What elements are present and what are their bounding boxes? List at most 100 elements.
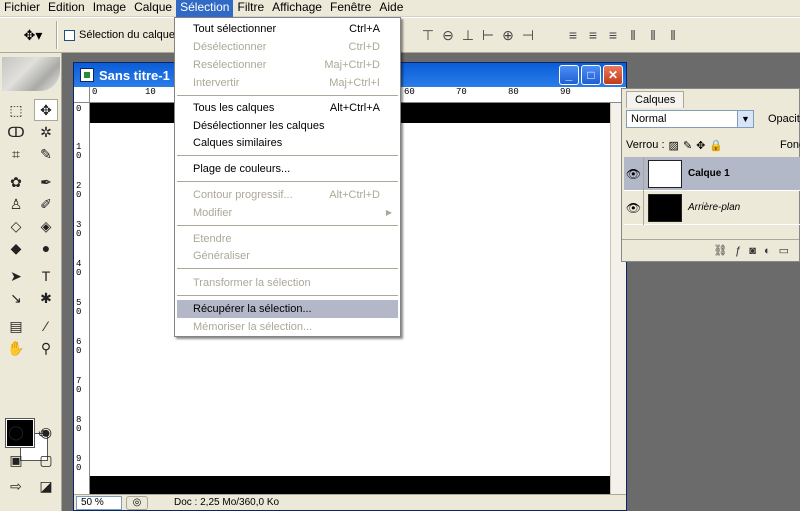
lock-paint-icon[interactable]: ✎ [683, 139, 692, 152]
align-right-icon[interactable]: ⊣ [520, 27, 536, 44]
marquee-tool-icon[interactable]: ⬚ [4, 99, 28, 121]
blur-tool-icon[interactable]: ◆ [4, 237, 28, 259]
align-left-icon[interactable]: ⊢ [480, 27, 496, 44]
selection-menu: Tout sélectionner Ctrl+A Désélectionner Ct… [174, 17, 401, 337]
menu-aide[interactable]: Aide [375, 0, 407, 17]
healing-brush-icon[interactable]: ✿ [4, 171, 28, 193]
menu-item-feather[interactable]: Contour progressif... Alt+Ctrl+D [177, 186, 398, 204]
menu-filtre[interactable]: Filtre [233, 0, 268, 17]
paint-bucket-icon[interactable]: ◈ [34, 215, 58, 237]
shape-tool-icon[interactable]: ✱ [34, 287, 58, 309]
ruler-v-label: 70 [76, 376, 82, 395]
zoom-field[interactable]: 50 % [76, 495, 122, 510]
chevron-down-icon[interactable]: ▼ [737, 111, 753, 127]
path-select-icon[interactable]: ➤ [4, 265, 28, 287]
layer-row-calque-1[interactable]: 👁 Calque 1 [624, 156, 800, 191]
lock-all-icon[interactable]: 🔒 [709, 139, 723, 152]
menu-item-label: Resélectionner [193, 59, 267, 71]
menu-item-label: Tous les calques [193, 102, 275, 114]
menu-fichier[interactable]: Fichier [0, 0, 44, 17]
blend-mode-select[interactable]: Normal ▼ [626, 110, 754, 128]
vertical-ruler[interactable]: 0 10 20 30 40 50 60 70 80 90 [74, 103, 90, 496]
ruler-v-label: 10 [76, 142, 82, 161]
lock-position-icon[interactable]: ✥ [696, 139, 705, 152]
move-tool-icon[interactable]: ✥▾ [16, 22, 50, 48]
maximize-button[interactable]: □ [581, 65, 601, 85]
fullscreen-mode-icon[interactable]: ▢ [34, 449, 58, 471]
notes-tool-icon[interactable]: ▤ [4, 315, 28, 337]
pen-tool-icon[interactable]: ↘ [4, 287, 28, 309]
menu-item-similar-layers[interactable]: Calques similaires [177, 134, 398, 152]
checkbox-box[interactable] [64, 29, 75, 41]
menu-item-all-layers[interactable]: Tous les calques Alt+Ctrl+A [177, 99, 398, 117]
menu-item-modify[interactable]: Modifier ▶ [177, 204, 398, 222]
eyedropper-icon[interactable]: ⁄ [34, 315, 58, 337]
menu-bar: Fichier Edition Image Calque Sélection F… [0, 0, 800, 17]
imageready-logo-icon[interactable]: ◪ [34, 475, 58, 497]
layer-style-icon[interactable]: ƒ [735, 245, 741, 257]
distribute-right-icon[interactable]: ‖ [665, 27, 681, 43]
lock-transparency-icon[interactable]: ▨ [669, 139, 679, 152]
minimize-button[interactable]: _ [559, 65, 579, 85]
menu-edition[interactable]: Edition [44, 0, 89, 17]
lasso-tool-icon[interactable]: ↀ [4, 121, 28, 143]
menu-selection[interactable]: Sélection [176, 0, 234, 17]
eye-icon[interactable]: 👁 [624, 190, 644, 225]
menu-item-reselect[interactable]: Resélectionner Maj+Ctrl+D [177, 56, 398, 74]
menu-item-deselect[interactable]: Désélectionner Ctrl+D [177, 38, 398, 56]
menu-image[interactable]: Image [89, 0, 130, 17]
align-top-icon[interactable]: ⊤ [420, 27, 436, 44]
menu-item-select-all[interactable]: Tout sélectionner Ctrl+A [177, 20, 398, 38]
screen-mode-icon[interactable]: ▣ [4, 449, 28, 471]
dodge-tool-icon[interactable]: ● [34, 237, 58, 259]
menu-affichage[interactable]: Affichage [268, 0, 326, 17]
align-bottom-icon[interactable]: ⊥ [460, 27, 476, 44]
move-tool-icon[interactable]: ✥ [34, 99, 58, 121]
tab-calques[interactable]: Calques [626, 91, 684, 108]
quickmask-standard-icon[interactable]: ◯ [4, 421, 28, 443]
history-brush-icon[interactable]: ✐ [34, 193, 58, 215]
eraser-tool-icon[interactable]: ◇ [4, 215, 28, 237]
ruler-v-label: 60 [76, 337, 82, 356]
distribute-hcenter-icon[interactable]: ‖ [645, 27, 661, 43]
menu-calque[interactable]: Calque [130, 0, 176, 17]
adjustment-layer-icon[interactable]: ◐ [764, 245, 771, 257]
auto-select-checkbox[interactable]: Sélection du calque [64, 29, 175, 41]
link-layers-icon[interactable]: ⛓ [713, 244, 727, 257]
distribute-vcenter-icon[interactable]: ≡ [585, 27, 601, 43]
distribute-bottom-icon[interactable]: ≡ [605, 27, 621, 43]
slice-tool-icon[interactable]: ✎ [34, 143, 58, 165]
menu-item-color-range[interactable]: Plage de couleurs... [177, 160, 398, 178]
menu-item-save-selection[interactable]: Mémoriser la sélection... [177, 318, 398, 336]
quickmask-mode-icon[interactable]: ◉ [34, 421, 58, 443]
status-menu-icon[interactable]: ◎ [126, 495, 148, 510]
layer-mask-icon[interactable]: ◙ [749, 245, 756, 257]
menu-item-transform-selection[interactable]: Transformer la sélection [177, 274, 398, 292]
ruler-h-label: 60 [404, 87, 415, 97]
new-group-icon[interactable]: ▭ [779, 244, 789, 257]
crop-tool-icon[interactable]: ⌗ [4, 143, 28, 165]
eye-icon[interactable]: 👁 [624, 156, 644, 191]
close-button[interactable]: ✕ [603, 65, 623, 85]
hand-tool-icon[interactable]: ✋ [4, 337, 28, 359]
distribute-left-icon[interactable]: ‖ [625, 27, 641, 43]
align-vcenter-icon[interactable]: ⊖ [440, 27, 456, 44]
menu-item-deselect-layers[interactable]: Désélectionner les calques [177, 117, 398, 135]
align-hcenter-icon[interactable]: ⊕ [500, 27, 516, 44]
type-tool-icon[interactable]: T [34, 265, 58, 287]
menu-item-inverse[interactable]: Intervertir Maj+Ctrl+I [177, 74, 398, 92]
menu-item-grow[interactable]: Etendre [177, 230, 398, 248]
ruler-h-label: 10 [145, 87, 156, 97]
menu-fenetre[interactable]: Fenêtre [326, 0, 375, 17]
layer-row-arriere-plan[interactable]: 👁 Arrière-plan [624, 190, 800, 225]
imageready-jump-icon[interactable]: ⇨ [4, 475, 28, 497]
menu-item-similar[interactable]: Généraliser [177, 247, 398, 265]
brush-tool-icon[interactable]: ✒ [34, 171, 58, 193]
menu-divider [177, 268, 398, 269]
clone-stamp-icon[interactable]: ♙ [4, 193, 28, 215]
zoom-tool-icon[interactable]: ⚲ [34, 337, 58, 359]
magic-wand-icon[interactable]: ✲ [34, 121, 58, 143]
ruler-origin[interactable] [74, 87, 90, 103]
menu-item-load-selection[interactable]: Récupérer la sélection... [177, 300, 398, 318]
distribute-top-icon[interactable]: ≡ [565, 27, 581, 43]
